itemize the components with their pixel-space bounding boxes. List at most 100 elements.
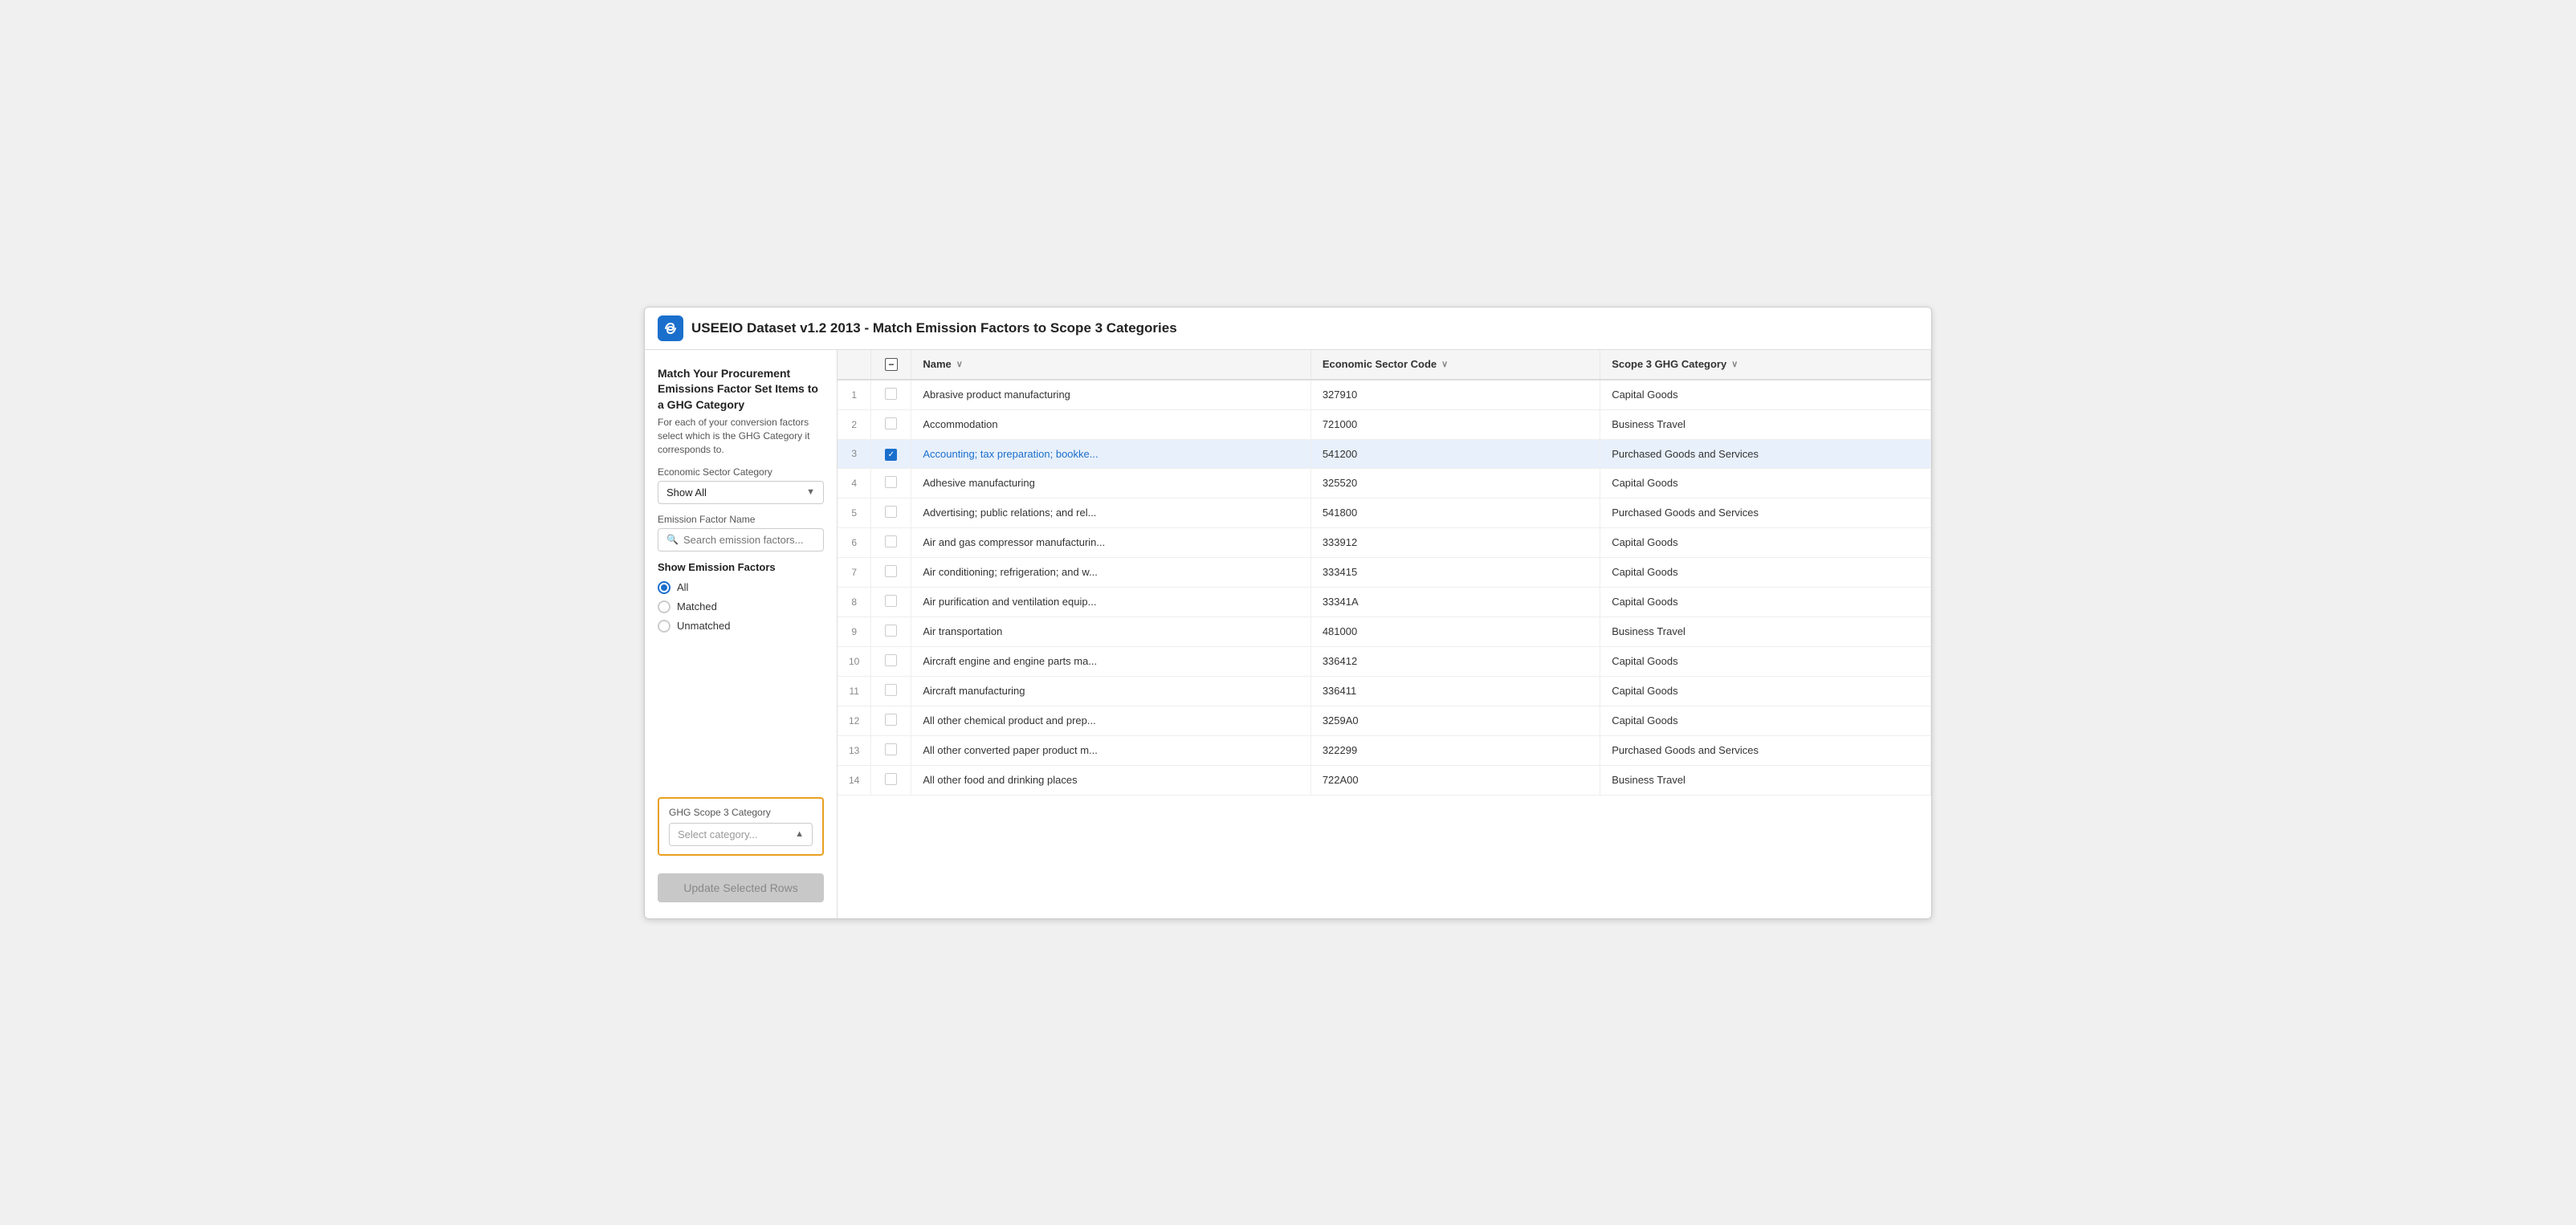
row-sector-code: 722A00 (1310, 765, 1600, 795)
row-scope3-category: Capital Goods (1600, 557, 1931, 587)
row-checkbox-cell[interactable] (871, 587, 911, 617)
th-scope3[interactable]: Scope 3 GHG Category ∨ (1600, 350, 1931, 380)
table-row: 1Abrasive product manufacturing327910Cap… (838, 380, 1931, 410)
show-factors-group: Show Emission Factors All Matched Unmatc… (658, 561, 824, 633)
row-sector-code: 322299 (1310, 735, 1600, 765)
table-row: 10 Aircraft engine and engine parts ma...… (838, 646, 1931, 676)
app-window: USEEIO Dataset v1.2 2013 - Match Emissio… (644, 307, 1932, 919)
row-name: Air and gas compressor manufacturin... (911, 527, 1310, 557)
row-checkbox[interactable]: ✓ (885, 449, 897, 461)
row-scope3-category: Purchased Goods and Services (1600, 439, 1931, 468)
row-checkbox[interactable] (885, 654, 897, 666)
row-checkbox-cell[interactable] (871, 527, 911, 557)
sidebar-heading: Match Your Procurement Emissions Factor … (658, 366, 824, 413)
row-checkbox-cell[interactable] (871, 646, 911, 676)
radio-all[interactable]: All (658, 581, 824, 594)
table-row: 11Aircraft manufacturing336411Capital Go… (838, 676, 1931, 706)
page-title: USEEIO Dataset v1.2 2013 - Match Emissio… (691, 320, 1177, 336)
radio-unmatched[interactable]: Unmatched (658, 620, 824, 633)
row-number: 12 (838, 706, 871, 735)
row-number: 1 (838, 380, 871, 410)
row-checkbox-cell[interactable] (871, 380, 911, 410)
radio-unmatched-circle (658, 620, 670, 633)
update-rows-button[interactable]: Update Selected Rows (658, 873, 824, 902)
row-checkbox[interactable] (885, 388, 897, 400)
row-number: 5 (838, 498, 871, 527)
row-scope3-category: Capital Goods (1600, 646, 1931, 676)
th-checkbox[interactable]: − (871, 350, 911, 380)
row-checkbox[interactable] (885, 417, 897, 429)
th-name[interactable]: Name ∨ (911, 350, 1310, 380)
sector-sort-icon: ∨ (1441, 359, 1448, 369)
row-name: Accommodation (911, 409, 1310, 439)
row-scope3-category: Capital Goods (1600, 380, 1931, 410)
row-checkbox[interactable] (885, 565, 897, 577)
row-name: Advertising; public relations; and rel..… (911, 498, 1310, 527)
row-sector-code: 333415 (1310, 557, 1600, 587)
row-sector-code: 336411 (1310, 676, 1600, 706)
search-box[interactable]: 🔍 (658, 528, 824, 551)
table-row: 13All other converted paper product m...… (838, 735, 1931, 765)
row-checkbox[interactable] (885, 506, 897, 518)
emission-factor-field: Emission Factor Name 🔍 (658, 514, 824, 551)
row-checkbox[interactable] (885, 595, 897, 607)
radio-all-circle (658, 581, 670, 594)
row-scope3-category: Business Travel (1600, 409, 1931, 439)
row-checkbox-cell[interactable] (871, 617, 911, 646)
row-name: All other food and drinking places (911, 765, 1310, 795)
ghg-section: GHG Scope 3 Category Select category... … (658, 797, 824, 856)
row-checkbox[interactable] (885, 476, 897, 488)
app-icon (658, 315, 683, 341)
row-scope3-category: Capital Goods (1600, 706, 1931, 735)
row-number: 10 (838, 646, 871, 676)
row-checkbox-cell[interactable]: ✓ (871, 439, 911, 468)
table-header-row: − Name ∨ Economic Sector Code (838, 350, 1931, 380)
row-checkbox-cell[interactable] (871, 706, 911, 735)
table-row: 8Air purification and ventilation equip.… (838, 587, 1931, 617)
row-name-link[interactable]: Accounting; tax preparation; bookke... (923, 448, 1098, 460)
row-checkbox[interactable] (885, 773, 897, 785)
row-number: 4 (838, 468, 871, 498)
row-checkbox-cell[interactable] (871, 735, 911, 765)
row-sector-code: 541800 (1310, 498, 1600, 527)
row-sector-code: 333912 (1310, 527, 1600, 557)
row-checkbox[interactable] (885, 535, 897, 547)
row-number: 13 (838, 735, 871, 765)
table-row: 14All other food and drinking places722A… (838, 765, 1931, 795)
row-checkbox-cell[interactable] (871, 468, 911, 498)
th-sector-code[interactable]: Economic Sector Code ∨ (1310, 350, 1600, 380)
select-all-checkbox[interactable]: − (885, 358, 898, 371)
show-factors-label: Show Emission Factors (658, 561, 824, 573)
search-icon: 🔍 (666, 534, 679, 545)
economic-sector-dropdown[interactable]: Show All ▼ (658, 481, 824, 504)
dropdown-arrow-icon: ▼ (806, 487, 815, 497)
search-input[interactable] (683, 534, 815, 546)
row-checkbox-cell[interactable] (871, 765, 911, 795)
row-checkbox[interactable] (885, 684, 897, 696)
row-checkbox-cell[interactable] (871, 498, 911, 527)
sidebar-subtext: For each of your conversion factors sele… (658, 416, 824, 456)
row-checkbox[interactable] (885, 714, 897, 726)
table-row: 7Air conditioning; refrigeration; and w.… (838, 557, 1931, 587)
table-row: 9Air transportation481000Business Travel (838, 617, 1931, 646)
row-checkbox[interactable] (885, 625, 897, 637)
row-name: Air transportation (911, 617, 1310, 646)
ghg-scope-label: GHG Scope 3 Category (669, 807, 813, 818)
row-checkbox-cell[interactable] (871, 409, 911, 439)
row-number: 7 (838, 557, 871, 587)
row-checkbox[interactable] (885, 743, 897, 755)
row-checkbox-cell[interactable] (871, 676, 911, 706)
row-number: 6 (838, 527, 871, 557)
row-name: Accounting; tax preparation; bookke... (911, 439, 1310, 468)
row-number: 9 (838, 617, 871, 646)
ghg-category-dropdown[interactable]: Select category... ▲ (669, 823, 813, 846)
row-sector-code: 325520 (1310, 468, 1600, 498)
row-name: Aircraft engine and engine parts ma... (911, 646, 1310, 676)
radio-matched[interactable]: Matched (658, 600, 824, 613)
row-checkbox-cell[interactable] (871, 557, 911, 587)
minus-icon: − (888, 360, 894, 369)
sidebar: Match Your Procurement Emissions Factor … (645, 350, 838, 918)
row-name: All other chemical product and prep... (911, 706, 1310, 735)
table-row: 12 All other chemical product and prep...… (838, 706, 1931, 735)
row-scope3-category: Capital Goods (1600, 676, 1931, 706)
